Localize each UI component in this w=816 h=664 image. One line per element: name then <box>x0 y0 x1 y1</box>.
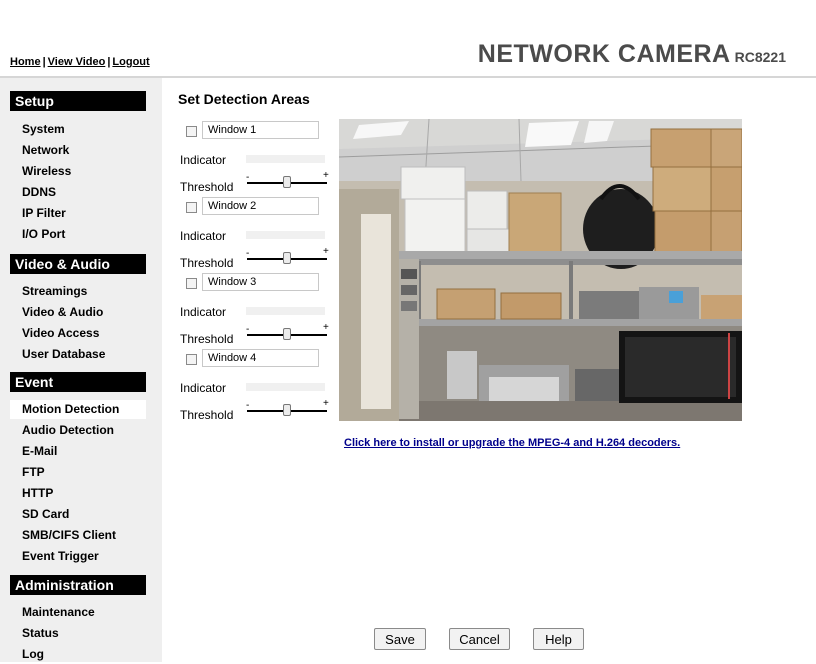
sidebar-item-ddns[interactable]: DDNS <box>10 183 146 202</box>
window-1-threshold-label: Threshold <box>180 180 234 194</box>
slider-max-symbol: + <box>323 170 329 181</box>
model-name: RC8221 <box>734 49 786 65</box>
section-administration: Administration <box>10 575 146 595</box>
slider-handle[interactable] <box>283 404 291 416</box>
window-3-indicator-label: Indicator <box>180 305 227 319</box>
slider-handle[interactable] <box>283 328 291 340</box>
save-button[interactable]: Save <box>374 628 426 650</box>
sidebar-item-video-audio[interactable]: Video & Audio <box>10 303 146 322</box>
sidebar-item-user-database[interactable]: User Database <box>10 345 146 364</box>
window-3-indicator-bar <box>246 307 325 315</box>
section-event: Event <box>10 372 146 392</box>
sidebar: Setup System Network Wireless DDNS IP Fi… <box>0 78 162 662</box>
cancel-button[interactable]: Cancel <box>449 628 510 650</box>
window-3-checkbox[interactable] <box>186 278 197 289</box>
window-2-name-field[interactable]: Window 2 <box>202 197 319 215</box>
window-2-indicator-bar <box>246 231 325 239</box>
brand-logo: NETWORK CAMERA RC8221 <box>478 40 786 69</box>
help-button[interactable]: Help <box>533 628 584 650</box>
header: Home | View Video | Logout NETWORK CAMERA RC8… <box>0 0 816 77</box>
window-1-indicator-label: Indicator <box>180 153 227 167</box>
window-1-name-field[interactable]: Window 1 <box>202 121 319 139</box>
window-2-threshold-label: Threshold <box>180 256 234 270</box>
sidebar-item-event-trigger[interactable]: Event Trigger <box>10 547 146 566</box>
view-video-link[interactable]: View Video <box>48 56 106 68</box>
video-feed[interactable] <box>339 119 742 421</box>
camera-image <box>339 119 742 421</box>
window-1-threshold-slider[interactable]: - + <box>246 170 330 190</box>
window-4-checkbox[interactable] <box>186 354 197 365</box>
sidebar-item-motion-detection[interactable]: Motion Detection <box>10 400 146 419</box>
sidebar-item-log[interactable]: Log <box>10 645 146 664</box>
window-4-threshold-slider[interactable]: - + <box>246 398 330 418</box>
window-2-threshold-slider[interactable]: - + <box>246 246 330 266</box>
main-content: Set Detection Areas Window 1 Indicator T… <box>162 78 816 662</box>
window-3-threshold-label: Threshold <box>180 332 234 346</box>
slider-max-symbol: + <box>323 246 329 257</box>
nav-separator: | <box>42 56 46 68</box>
slider-handle[interactable] <box>283 176 291 188</box>
slider-max-symbol: + <box>323 398 329 409</box>
sidebar-item-io-port[interactable]: I/O Port <box>10 225 146 244</box>
sidebar-item-email[interactable]: E-Mail <box>10 442 146 461</box>
window-2-checkbox[interactable] <box>186 202 197 213</box>
home-link[interactable]: Home <box>10 56 41 68</box>
sidebar-item-wireless[interactable]: Wireless <box>10 162 146 181</box>
sidebar-item-ip-filter[interactable]: IP Filter <box>10 204 146 223</box>
window-2-indicator-label: Indicator <box>180 229 227 243</box>
window-4-threshold-label: Threshold <box>180 408 234 422</box>
slider-max-symbol: + <box>323 322 329 333</box>
sidebar-item-ftp[interactable]: FTP <box>10 463 146 482</box>
sidebar-item-status[interactable]: Status <box>10 624 146 643</box>
sidebar-item-streamings[interactable]: Streamings <box>10 282 146 301</box>
sidebar-item-sd-card[interactable]: SD Card <box>10 505 146 524</box>
install-decoders-link[interactable]: Click here to install or upgrade the MPE… <box>344 437 680 449</box>
window-4-indicator-bar <box>246 383 325 391</box>
top-nav: Home | View Video | Logout <box>10 56 150 68</box>
window-1-checkbox[interactable] <box>186 126 197 137</box>
window-1-indicator-bar <box>246 155 325 163</box>
sidebar-item-maintenance[interactable]: Maintenance <box>10 603 146 622</box>
slider-handle[interactable] <box>283 252 291 264</box>
brand-name: NETWORK CAMERA <box>477 40 731 68</box>
section-video-audio: Video & Audio <box>10 254 146 274</box>
sidebar-item-network[interactable]: Network <box>10 141 146 160</box>
window-3-name-field[interactable]: Window 3 <box>202 273 319 291</box>
section-setup: Setup <box>10 91 146 111</box>
sidebar-item-smb-cifs-client[interactable]: SMB/CIFS Client <box>10 526 146 545</box>
logout-link[interactable]: Logout <box>112 56 149 68</box>
window-4-name-field[interactable]: Window 4 <box>202 349 319 367</box>
page-title: Set Detection Areas <box>178 91 310 107</box>
sidebar-item-video-access[interactable]: Video Access <box>10 324 146 343</box>
window-4-indicator-label: Indicator <box>180 381 227 395</box>
sidebar-item-system[interactable]: System <box>10 120 146 139</box>
sidebar-item-audio-detection[interactable]: Audio Detection <box>10 421 146 440</box>
sidebar-item-http[interactable]: HTTP <box>10 484 146 503</box>
window-3-threshold-slider[interactable]: - + <box>246 322 330 342</box>
